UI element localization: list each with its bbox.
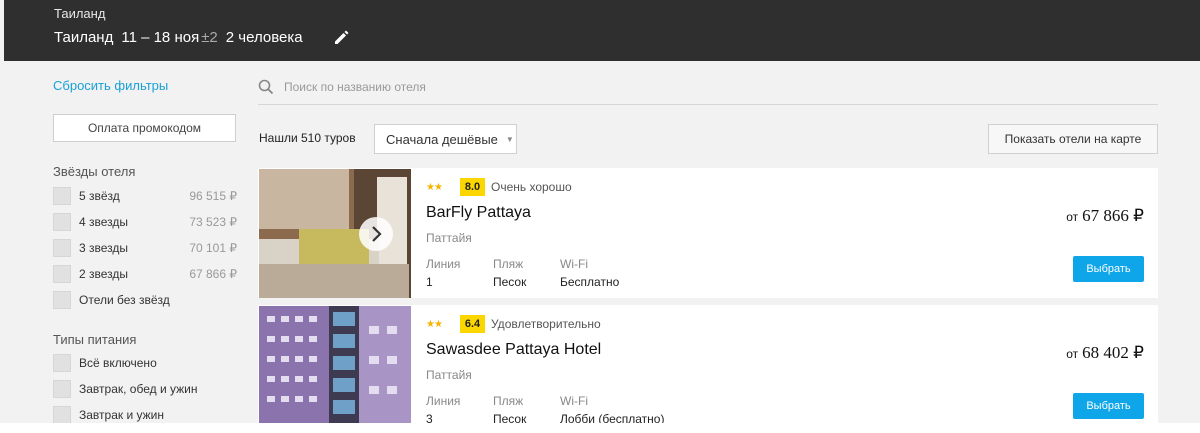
wifi-label: Wi-Fi [560, 394, 588, 408]
results-count: Нашли 510 туров [259, 131, 356, 145]
checkbox[interactable] [53, 239, 71, 257]
dates-flex-text: ±2 [201, 29, 218, 46]
rating-text: Очень хорошо [491, 180, 572, 194]
price: от 67 866 ₽ [1066, 206, 1144, 226]
price-value: 67 866 ₽ [1082, 206, 1144, 225]
pencil-icon[interactable] [332, 27, 352, 47]
hotel-photo[interactable] [259, 169, 411, 298]
checkbox[interactable] [53, 354, 71, 372]
hotel-card[interactable]: ★★ 8.0 Очень хорошо BarFly Pattaya Патта… [258, 168, 1158, 298]
chevron-down-icon: ▼ [505, 134, 514, 144]
hotel-city: Паттайя [426, 231, 472, 245]
rating-score-badge: 6.4 [460, 315, 485, 333]
price-value: 68 402 ₽ [1082, 343, 1144, 362]
option-min-price: 70 101 ₽ [189, 241, 237, 255]
search-icon [258, 79, 274, 94]
hotel-card[interactable]: ★★ 6.4 Удовлетворительно Sawasdee Pattay… [258, 305, 1158, 433]
page-bottom-edge [0, 423, 1200, 433]
stars-filter-option[interactable]: 3 звезды 70 101 ₽ [53, 238, 237, 258]
checkbox[interactable] [53, 187, 71, 205]
beach-label: Пляж [493, 257, 524, 271]
meals-filter-option[interactable]: Всё включено [53, 353, 237, 373]
checkbox[interactable] [53, 406, 71, 424]
beach-value: Песок [493, 275, 527, 289]
sort-dropdown[interactable]: Сначала дешёвые ▼ [374, 124, 517, 154]
option-min-price: 96 515 ₽ [189, 189, 237, 203]
search-summary[interactable]: Таиланд 11 – 18 ноя ±2 2 человека [54, 29, 311, 46]
option-label: Всё включено [79, 356, 157, 370]
hotel-name[interactable]: BarFly Pattaya [426, 204, 531, 222]
rating-text: Удовлетворительно [491, 317, 601, 331]
stars-filter-option[interactable]: 2 звезды 67 866 ₽ [53, 264, 237, 284]
checkbox[interactable] [53, 265, 71, 283]
line-label: Линия [426, 394, 461, 408]
filters-sidebar: Сбросить фильтры Оплата промокодом Звёзд… [4, 61, 244, 433]
promo-code-button[interactable]: Оплата промокодом [53, 114, 236, 142]
hotel-photo[interactable] [259, 306, 411, 433]
price: от 68 402 ₽ [1066, 343, 1144, 363]
hotel-search-input[interactable]: Поиск по названию отеля [258, 69, 1158, 105]
search-summary-header: Таиланд Таиланд 11 – 18 ноя ±2 2 человек… [4, 0, 1200, 61]
checkbox[interactable] [53, 291, 71, 309]
meals-filter-option[interactable]: Завтрак и ужин [53, 405, 237, 425]
option-min-price: 67 866 ₽ [189, 267, 237, 281]
wifi-value: Бесплатно [560, 275, 620, 289]
checkbox[interactable] [53, 213, 71, 231]
results-panel: Поиск по названию отеля Нашли 510 туров … [258, 61, 1158, 433]
option-label: Завтрак и ужин [79, 408, 164, 422]
select-button[interactable]: Выбрать [1073, 393, 1144, 419]
price-prefix: от [1066, 210, 1079, 224]
option-label: 4 звезды [79, 215, 129, 229]
hotel-name[interactable]: Sawasdee Pattaya Hotel [426, 341, 601, 359]
rating-score-badge: 8.0 [460, 178, 485, 196]
country-label: Таиланд [54, 6, 106, 21]
option-label: Завтрак, обед и ужин [79, 382, 198, 396]
destination-text: Таиланд [54, 29, 114, 46]
hotel-stars: ★★ [426, 182, 443, 193]
stars-filter-option[interactable]: 5 звёзд 96 515 ₽ [53, 186, 237, 206]
option-min-price: 73 523 ₽ [189, 215, 237, 229]
option-label: Отели без звёзд [79, 293, 170, 307]
stars-filter-title: Звёзды отеля [53, 164, 136, 179]
reset-filters-link[interactable]: Сбросить фильтры [53, 78, 168, 93]
show-on-map-button[interactable]: Показать отели на карте [988, 124, 1158, 154]
line-value: 1 [426, 275, 433, 289]
price-prefix: от [1066, 347, 1079, 361]
hotel-stars: ★★ [426, 319, 443, 330]
hotel-city: Паттайя [426, 368, 472, 382]
select-button[interactable]: Выбрать [1073, 256, 1144, 282]
sort-label: Сначала дешёвые [386, 131, 498, 147]
meals-filter-option[interactable]: Завтрак, обед и ужин [53, 379, 237, 399]
dates-text: 11 – 18 ноя [121, 29, 200, 46]
stars-filter-option[interactable]: Отели без звёзд [53, 290, 237, 310]
search-placeholder: Поиск по названию отеля [284, 79, 426, 94]
checkbox[interactable] [53, 380, 71, 398]
meals-filter-title: Типы питания [53, 332, 137, 347]
line-label: Линия [426, 257, 461, 271]
option-label: 5 звёзд [79, 189, 120, 203]
stars-filter-option[interactable]: 4 звезды 73 523 ₽ [53, 212, 237, 232]
beach-label: Пляж [493, 394, 524, 408]
option-label: 3 звезды [79, 241, 129, 255]
option-label: 2 звезды [79, 267, 129, 281]
wifi-label: Wi-Fi [560, 257, 588, 271]
travelers-text: 2 человека [225, 29, 303, 46]
